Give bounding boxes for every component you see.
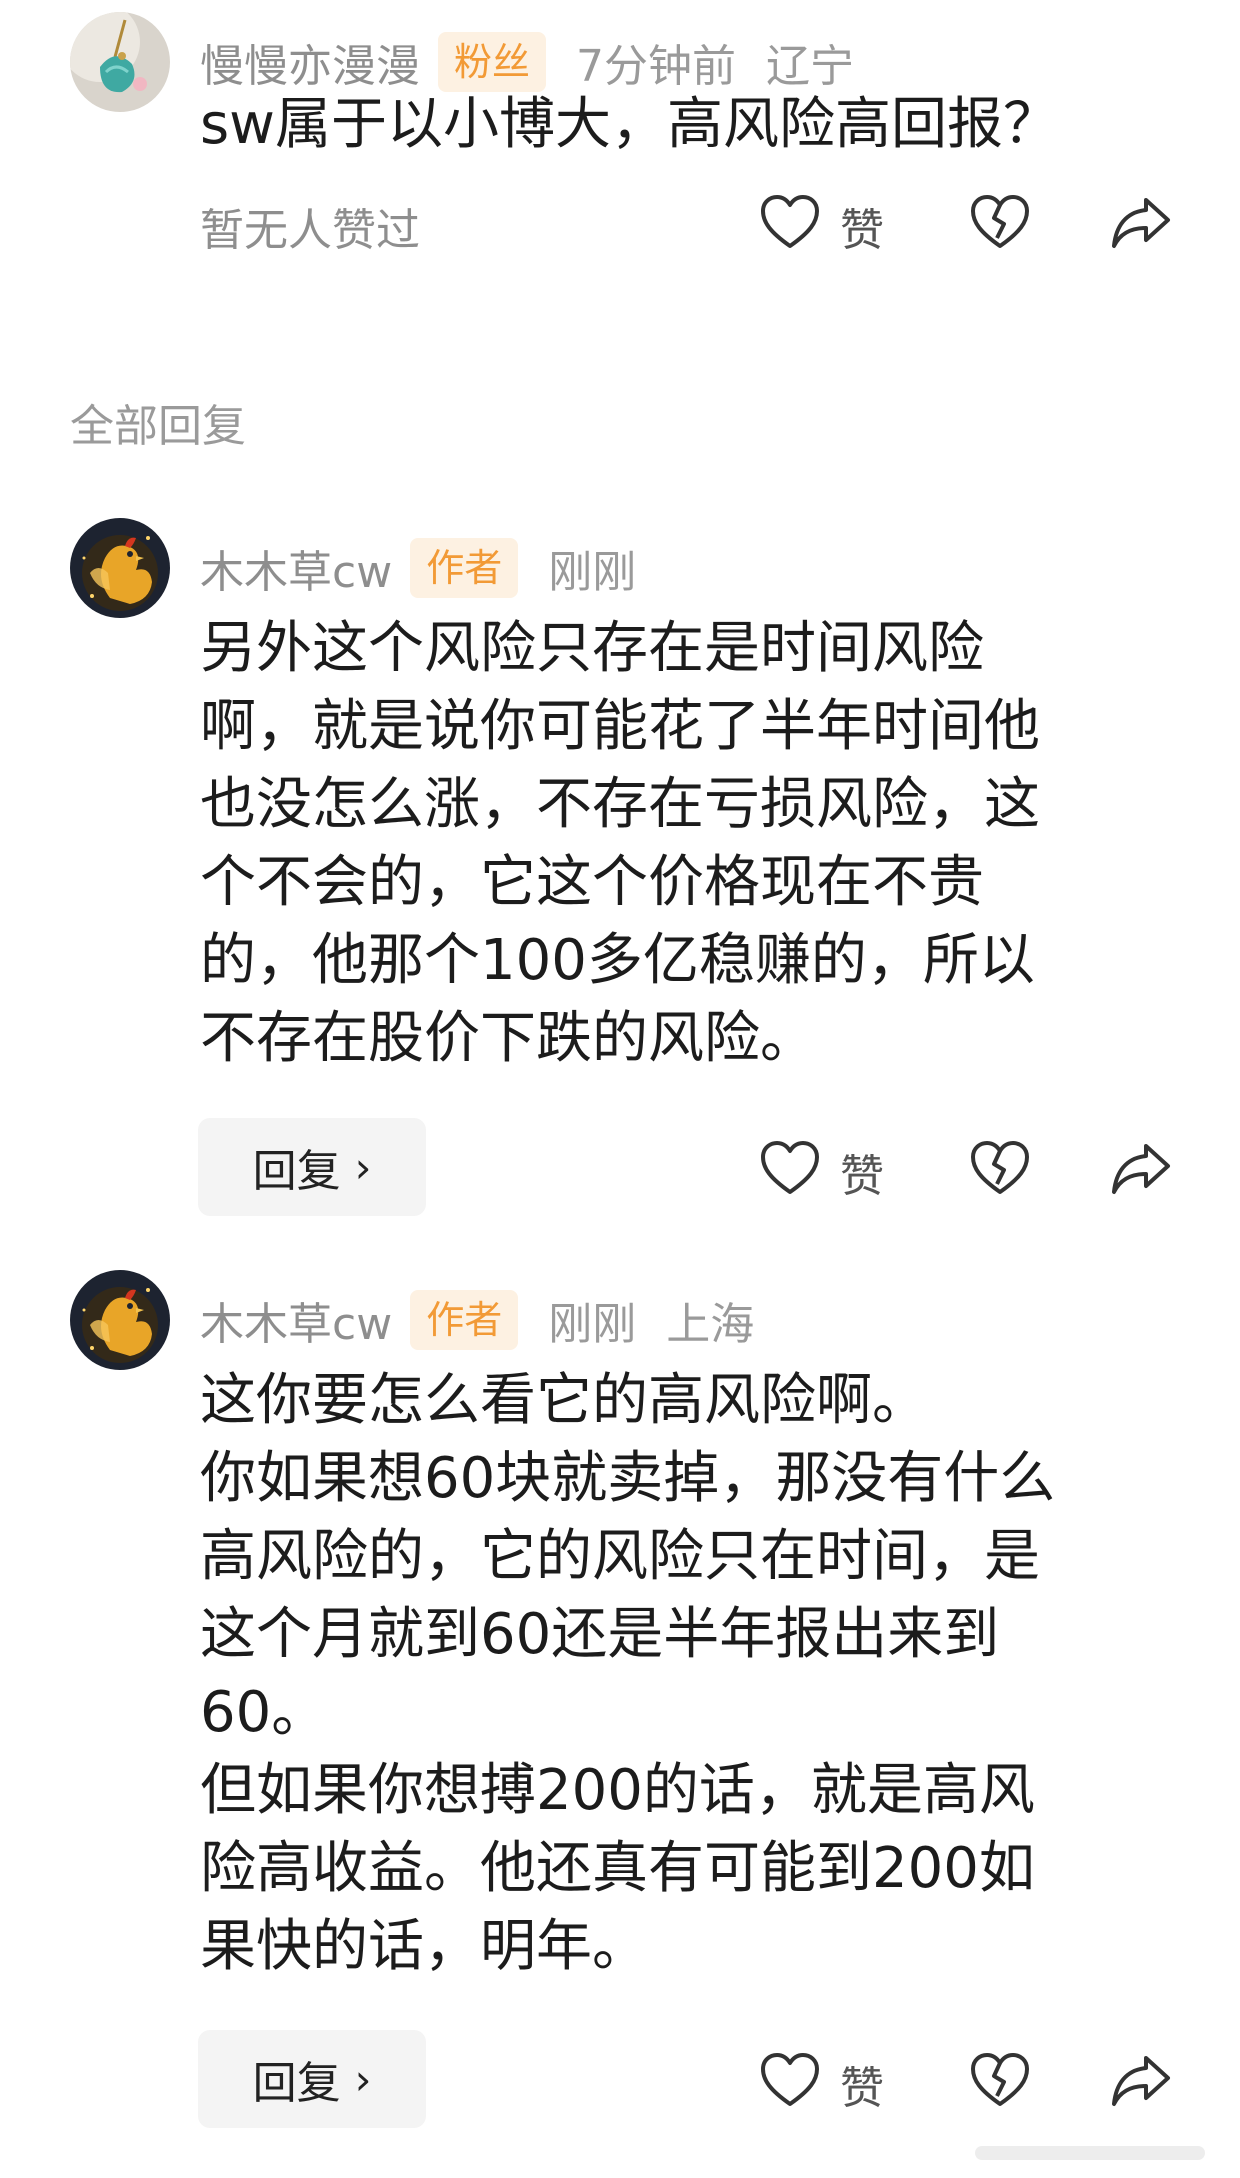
comment-actions: 回复 › 赞 xyxy=(0,1118,1240,1218)
fan-badge: 粉丝 xyxy=(438,32,547,92)
broken-heart-icon[interactable] xyxy=(970,1140,1030,1196)
share-icon[interactable] xyxy=(1110,194,1172,250)
reply-button[interactable]: 回复 › xyxy=(198,2030,426,2128)
timestamp: 刚刚 xyxy=(548,1299,637,1350)
author-badge: 作者 xyxy=(410,1290,519,1350)
watermark-logo xyxy=(975,2146,1205,2160)
reply-label: 回复 xyxy=(252,2058,341,2109)
username[interactable]: 木木草cw xyxy=(200,1288,392,1352)
golden-rooster-avatar-icon xyxy=(70,1270,170,1370)
tassel-charm-avatar-icon xyxy=(70,12,170,112)
location: 辽宁 xyxy=(766,41,855,92)
comment-meta: 木木草cw 作者 刚刚 上海 xyxy=(200,1288,754,1352)
chevron-right-icon: › xyxy=(354,1142,372,1192)
chevron-right-icon: › xyxy=(354,2054,372,2104)
comment-meta: 木木草cw 作者 刚刚 xyxy=(200,536,666,600)
share-icon[interactable] xyxy=(1110,1140,1172,1196)
avatar[interactable] xyxy=(70,1270,170,1370)
timestamp: 7分钟前 xyxy=(576,41,737,92)
avatar[interactable] xyxy=(70,12,170,112)
all-replies-title: 全部回复 xyxy=(70,401,246,452)
username[interactable]: 慢慢亦漫漫 xyxy=(200,30,420,94)
like-label[interactable]: 赞 xyxy=(840,2052,884,2116)
broken-heart-icon[interactable] xyxy=(970,2052,1030,2108)
no-likes-text: 暂无人赞过 xyxy=(200,205,420,256)
comment-meta: 慢慢亦漫漫 粉丝 7分钟前 辽宁 xyxy=(200,30,854,94)
avatar[interactable] xyxy=(70,518,170,618)
location: 上海 xyxy=(666,1299,755,1350)
golden-rooster-avatar-icon xyxy=(70,518,170,618)
comment-actions: 暂无人赞过 赞 xyxy=(0,172,1240,272)
like-label[interactable]: 赞 xyxy=(840,1140,884,1204)
reply-label: 回复 xyxy=(252,1146,341,1197)
comment-actions: 回复 › 赞 xyxy=(0,2030,1240,2130)
timestamp: 刚刚 xyxy=(548,547,637,598)
like-label[interactable]: 赞 xyxy=(840,194,884,258)
comment-text: 这你要怎么看它的高风险啊。 你如果想60块就卖掉，那没有什么 高风险的，它的风险… xyxy=(200,1368,1056,1979)
reply-button[interactable]: 回复 › xyxy=(198,1118,426,1216)
author-badge: 作者 xyxy=(410,538,519,598)
comment-text: 另外这个风险只存在是时间风险 啊，就是说你可能花了半年时间他 也没怎么涨，不存在… xyxy=(200,616,1040,1071)
heart-icon[interactable] xyxy=(760,1140,820,1196)
heart-icon[interactable] xyxy=(760,194,820,250)
comment-text: sw属于以小博大，高风险高回报？ xyxy=(200,92,1059,157)
username[interactable]: 木木草cw xyxy=(200,536,392,600)
broken-heart-icon[interactable] xyxy=(970,194,1030,250)
share-icon[interactable] xyxy=(1110,2052,1172,2108)
heart-icon[interactable] xyxy=(760,2052,820,2108)
